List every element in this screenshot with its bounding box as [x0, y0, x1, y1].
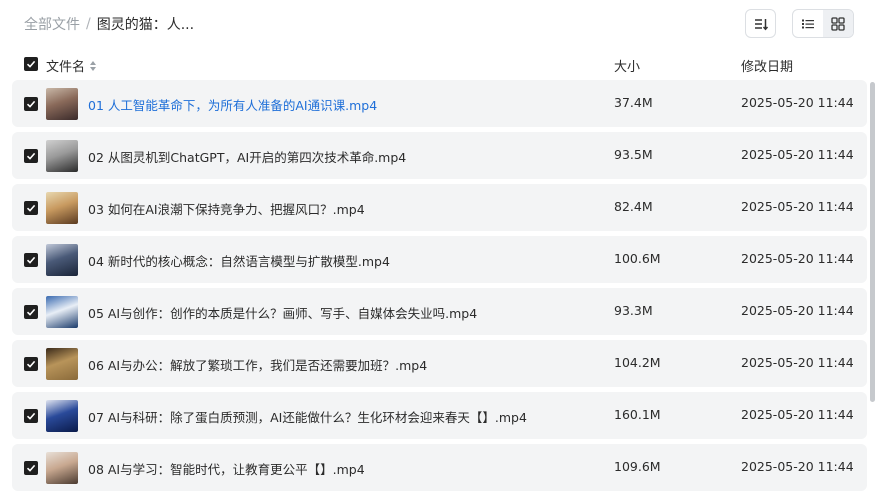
size-column-header[interactable]: 大小 [614, 56, 640, 75]
check-icon [26, 256, 36, 264]
file-name[interactable]: 01 人工智能革命下，为所有人准备的AI通识课.mp4 [88, 95, 377, 114]
file-size: 100.6M [614, 251, 661, 266]
file-size: 82.4M [614, 199, 653, 214]
check-icon [26, 152, 36, 160]
file-modified-date: 2025-05-20 11:44 [741, 355, 854, 370]
file-select-checkbox[interactable] [24, 305, 38, 319]
file-size: 109.6M [614, 459, 661, 474]
file-select-checkbox[interactable] [24, 149, 38, 163]
file-modified-date: 2025-05-20 11:44 [741, 199, 854, 214]
list-view-icon [802, 19, 814, 28]
file-row[interactable]: 07 AI与科研：除了蛋白质预测，AI还能做什么？生化环材会迎来春天【】.mp4… [12, 392, 867, 439]
file-list-header: 文件名 大小 修改日期 [0, 52, 878, 78]
grid-view-icon [831, 16, 845, 31]
file-size: 160.1M [614, 407, 661, 422]
file-size: 37.4M [614, 95, 653, 110]
file-modified-date: 2025-05-20 11:44 [741, 459, 854, 474]
vertical-scrollbar[interactable] [868, 80, 876, 495]
sort-arrows-icon [90, 60, 97, 71]
check-icon [26, 204, 36, 212]
video-thumbnail[interactable] [46, 452, 78, 484]
select-all-checkbox[interactable] [24, 57, 38, 71]
video-thumbnail[interactable] [46, 400, 78, 432]
file-modified-date: 2025-05-20 11:44 [741, 251, 854, 266]
file-select-checkbox[interactable] [24, 253, 38, 267]
check-icon [26, 60, 36, 68]
check-icon [26, 100, 36, 108]
file-row[interactable]: 03 如何在AI浪潮下保持竞争力、把握风口？.mp4 82.4M 2025-05-2… [12, 184, 867, 231]
file-row[interactable]: 01 人工智能革命下，为所有人准备的AI通识课.mp4 37.4M 2025-05-… [12, 80, 867, 127]
file-select-checkbox[interactable] [24, 461, 38, 475]
file-size: 93.5M [614, 147, 653, 162]
file-size: 93.3M [614, 303, 653, 318]
file-modified-date: 2025-05-20 11:44 [741, 95, 854, 110]
breadcrumb-separator: / [86, 16, 91, 32]
video-thumbnail[interactable] [46, 192, 78, 224]
check-icon [26, 464, 36, 472]
file-name[interactable]: 05 AI与创作：创作的本质是什么？画师、写手、自媒体会失业吗.mp4 [88, 303, 477, 322]
video-thumbnail[interactable] [46, 140, 78, 172]
sort-order-icon [754, 18, 768, 30]
name-column-header[interactable]: 文件名 [46, 56, 97, 75]
file-select-checkbox[interactable] [24, 409, 38, 423]
file-row[interactable]: 02 从图灵机到ChatGPT，AI开启的第四次技术革命.mp4 93.5M 202… [12, 132, 867, 179]
grid-view-button[interactable] [823, 10, 853, 37]
file-modified-date: 2025-05-20 11:44 [741, 147, 854, 162]
check-icon [26, 360, 36, 368]
file-name[interactable]: 03 如何在AI浪潮下保持竞争力、把握风口？.mp4 [88, 199, 365, 218]
file-row[interactable]: 06 AI与办公：解放了繁琐工作，我们是否还需要加班？.mp4 104.2M 202… [12, 340, 867, 387]
breadcrumb: 全部文件 / 图灵的猫：人... [24, 14, 194, 34]
video-thumbnail[interactable] [46, 88, 78, 120]
breadcrumb-root-link[interactable]: 全部文件 [24, 14, 80, 34]
name-column-label: 文件名 [46, 60, 86, 75]
file-name[interactable]: 06 AI与办公：解放了繁琐工作，我们是否还需要加班？.mp4 [88, 355, 427, 374]
view-mode-toggle [792, 9, 854, 38]
file-name[interactable]: 04 新时代的核心概念：自然语言模型与扩散模型.mp4 [88, 251, 390, 270]
file-modified-date: 2025-05-20 11:44 [741, 407, 854, 422]
file-row[interactable]: 08 AI与学习：智能时代，让教育更公平【】.mp4 109.6M 2025-05-… [12, 444, 867, 491]
file-select-checkbox[interactable] [24, 97, 38, 111]
file-size: 104.2M [614, 355, 661, 370]
file-modified-date: 2025-05-20 11:44 [741, 303, 854, 318]
breadcrumb-current-folder: 图灵的猫：人... [96, 17, 195, 33]
top-bar: 全部文件 / 图灵的猫：人... [0, 0, 878, 48]
file-name[interactable]: 08 AI与学习：智能时代，让教育更公平【】.mp4 [88, 459, 365, 478]
check-icon [26, 412, 36, 420]
file-name[interactable]: 07 AI与科研：除了蛋白质预测，AI还能做什么？生化环材会迎来春天【】.mp4 [88, 407, 527, 426]
video-thumbnail[interactable] [46, 348, 78, 380]
list-view-button[interactable] [793, 10, 823, 37]
file-select-checkbox[interactable] [24, 357, 38, 371]
file-select-checkbox[interactable] [24, 201, 38, 215]
video-thumbnail[interactable] [46, 244, 78, 276]
check-icon [26, 308, 36, 316]
scrollbar-thumb[interactable] [870, 82, 875, 402]
file-row[interactable]: 04 新时代的核心概念：自然语言模型与扩散模型.mp4 100.6M 2025-05… [12, 236, 867, 283]
file-row[interactable]: 05 AI与创作：创作的本质是什么？画师、写手、自媒体会失业吗.mp4 93.3M… [12, 288, 867, 335]
video-thumbnail[interactable] [46, 296, 78, 328]
date-column-header[interactable]: 修改日期 [741, 56, 793, 75]
file-name[interactable]: 02 从图灵机到ChatGPT，AI开启的第四次技术革命.mp4 [88, 147, 406, 166]
sort-button[interactable] [745, 9, 776, 38]
